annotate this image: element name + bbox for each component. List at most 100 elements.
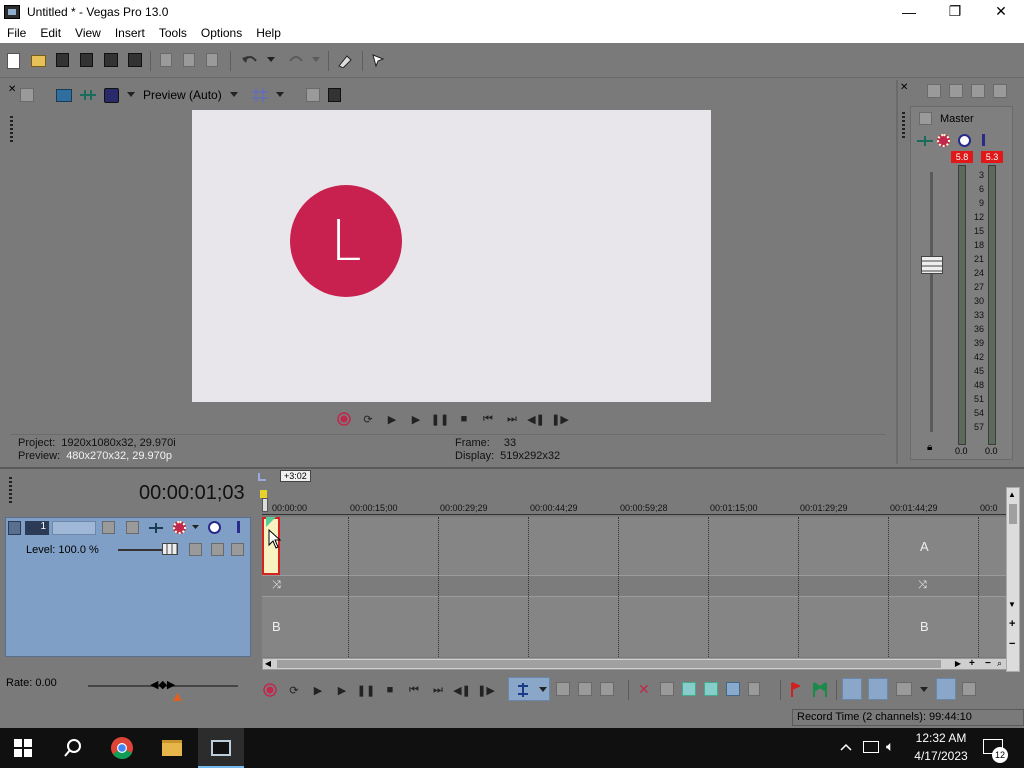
properties-icon[interactable] xyxy=(128,53,142,67)
undo-icon[interactable] xyxy=(242,53,258,67)
timeline-go-to-end-icon[interactable]: ⏭ xyxy=(430,682,446,698)
timeline-next-frame-icon[interactable]: ❚▶ xyxy=(477,682,495,698)
volume-icon[interactable]: 🔈︎ xyxy=(886,738,894,755)
delete-icon[interactable]: ✕ xyxy=(638,682,652,696)
show-hidden-icons-icon[interactable] xyxy=(840,743,852,751)
clock-date[interactable]: 4/17/2023 xyxy=(910,749,972,763)
track-name-field[interactable] xyxy=(52,521,96,535)
fx-dropdown-icon[interactable] xyxy=(127,92,135,98)
save-icon[interactable] xyxy=(56,53,69,67)
track-solo-icon[interactable] xyxy=(237,521,240,533)
clock-time[interactable]: 12:32 AM xyxy=(910,731,972,745)
track-fx-dropdown-icon[interactable] xyxy=(192,525,199,530)
menu-edit[interactable]: Edit xyxy=(33,26,68,40)
playhead-handle[interactable] xyxy=(262,498,268,512)
copy-icon[interactable] xyxy=(183,53,195,67)
go-to-end-icon[interactable]: ⏭ xyxy=(504,411,520,427)
track-header[interactable]: 1 Level: 100.0 % xyxy=(5,517,251,657)
track-lane[interactable]: A B B ⤨ ⤨ xyxy=(262,517,1007,657)
insert-region-icon[interactable] xyxy=(812,682,828,698)
scroll-left-icon[interactable]: ◀ xyxy=(263,659,273,669)
mixer-properties-icon[interactable] xyxy=(927,84,941,98)
maximize-button[interactable]: ❐ xyxy=(932,0,978,23)
timeline-record-icon[interactable] xyxy=(262,682,278,698)
whats-this-help-icon[interactable] xyxy=(370,52,386,68)
cut-icon[interactable] xyxy=(160,53,172,67)
master-pan-icon[interactable] xyxy=(917,135,933,147)
normal-edit-tool-button[interactable] xyxy=(508,677,550,701)
horizontal-scrollbar[interactable]: ◀ ▶ + − ⌕ xyxy=(262,658,1007,670)
preview-grip-handle[interactable] xyxy=(10,116,13,144)
mixer-grip-handle[interactable] xyxy=(902,112,905,140)
track-pan-icon[interactable] xyxy=(149,523,163,533)
previous-frame-icon[interactable]: ◀❚ xyxy=(527,411,545,427)
menu-view[interactable]: View xyxy=(68,26,108,40)
close-button[interactable]: ✕ xyxy=(978,0,1024,23)
render-as-icon[interactable] xyxy=(104,53,118,67)
dim-output-icon[interactable] xyxy=(971,84,985,98)
timeline-previous-frame-icon[interactable]: ◀❚ xyxy=(453,682,471,698)
go-to-start-icon[interactable]: ⏮ xyxy=(480,411,496,427)
redo-dropdown-icon[interactable] xyxy=(312,57,320,63)
undo-dropdown-icon[interactable] xyxy=(267,57,275,63)
split-icon[interactable] xyxy=(726,682,740,696)
level-slider-handle[interactable] xyxy=(162,543,178,555)
menu-insert[interactable]: Insert xyxy=(108,26,152,40)
rate-reset-icon[interactable] xyxy=(172,692,183,702)
overlays-grid-icon[interactable] xyxy=(251,88,268,102)
horizontal-scroll-thumb[interactable] xyxy=(277,660,941,668)
track-fx-icon[interactable] xyxy=(173,521,186,534)
timeline-stop-icon[interactable]: ■ xyxy=(382,682,398,698)
paste-icon[interactable] xyxy=(206,53,218,67)
pause-icon[interactable]: ❚❚ xyxy=(431,411,449,427)
play-from-start-icon[interactable]: ▶ xyxy=(384,411,400,427)
track-collapse-icon[interactable] xyxy=(8,521,21,535)
zoom-tool-icon[interactable]: ⌕ xyxy=(997,658,1002,669)
timeline-loop-icon[interactable]: ⟳ xyxy=(286,682,302,698)
preview-close-icon[interactable]: ✕ xyxy=(8,84,16,95)
next-frame-icon[interactable]: ❚▶ xyxy=(551,411,569,427)
lock-events-icon[interactable] xyxy=(748,682,760,696)
timeline-ruler[interactable]: 00:00:00 00:00:15;00 00:00:29;29 00:00:44;2… xyxy=(262,500,1007,516)
video-fx-icon[interactable] xyxy=(104,87,119,103)
ignore-grouping-icon[interactable] xyxy=(896,682,912,696)
lock-icon[interactable]: 🔒︎ xyxy=(927,442,932,453)
network-icon[interactable] xyxy=(863,741,879,753)
redo-icon[interactable] xyxy=(288,53,304,67)
menu-tools[interactable]: Tools xyxy=(152,26,194,40)
scroll-up-icon[interactable]: ▲ xyxy=(1008,490,1016,499)
copy-snapshot-icon[interactable] xyxy=(305,88,320,102)
record-icon[interactable] xyxy=(336,411,352,427)
menu-help[interactable]: Help xyxy=(249,26,288,40)
lock-envelopes-button[interactable] xyxy=(936,678,956,700)
zoom-out-vertical-icon[interactable]: − xyxy=(1009,638,1015,650)
vegas-taskbar-button[interactable] xyxy=(198,728,244,768)
chrome-icon[interactable] xyxy=(110,736,134,760)
trim-end-icon[interactable] xyxy=(704,682,718,696)
timeline-go-to-start-icon[interactable]: ⏮ xyxy=(406,682,422,698)
track-mute-icon[interactable] xyxy=(208,521,221,534)
cursor-marker[interactable] xyxy=(260,490,267,498)
track-composite-icon[interactable] xyxy=(126,521,139,534)
trim-start-icon[interactable] xyxy=(682,682,696,696)
snapshot-tool-icon[interactable] xyxy=(962,682,976,696)
master-fx-icon[interactable] xyxy=(937,134,950,147)
insert-marker-icon[interactable] xyxy=(790,682,800,698)
selection-tool-icon[interactable] xyxy=(578,682,592,696)
grouping-dropdown-icon[interactable] xyxy=(920,687,928,693)
stop-icon[interactable]: ■ xyxy=(456,411,472,427)
master-solo-icon[interactable] xyxy=(982,134,985,146)
zoom-in-vertical-icon[interactable]: + xyxy=(1009,618,1015,630)
enable-snapping-icon[interactable] xyxy=(337,52,353,68)
save-snapshot-icon[interactable] xyxy=(327,88,341,102)
new-project-icon[interactable] xyxy=(7,53,20,69)
file-explorer-icon[interactable] xyxy=(162,740,182,756)
rate-slider-handle[interactable]: ◀◆▶ xyxy=(150,678,175,691)
open-folder-icon[interactable] xyxy=(31,55,46,67)
master-fader-handle[interactable] xyxy=(921,256,943,274)
timeline-play-from-start-icon[interactable]: ▶ xyxy=(310,682,326,698)
save-as-icon[interactable] xyxy=(80,53,93,67)
loop-region-marker[interactable] xyxy=(258,473,266,481)
auto-crossfade-button[interactable] xyxy=(868,678,888,700)
zoom-in-horizontal-icon[interactable]: + xyxy=(969,658,975,669)
